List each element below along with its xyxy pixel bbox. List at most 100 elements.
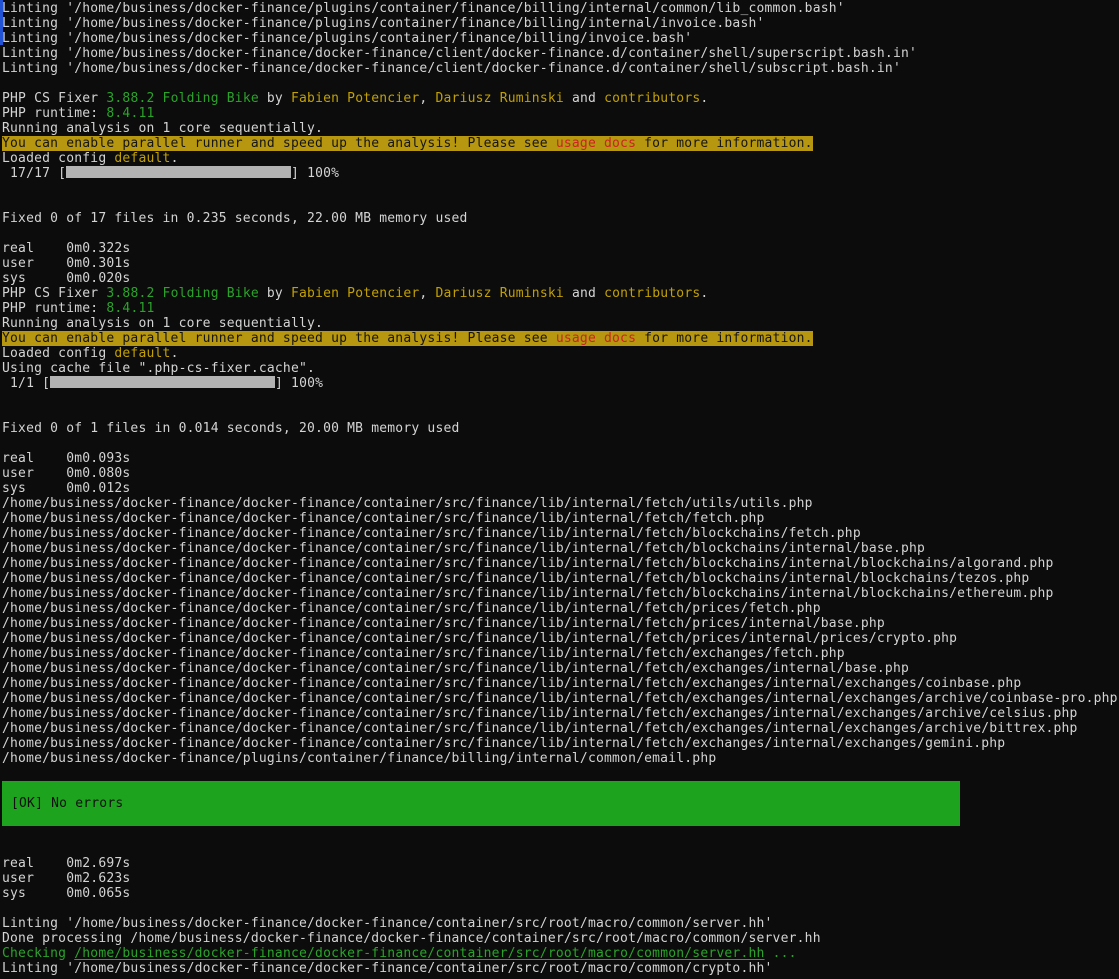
- terminal-text-segment: /home/business/docker-finance/docker-fin…: [2, 721, 1078, 736]
- scroll-indicator: [0, 0, 3, 45]
- terminal-line: PHP CS Fixer 3.88.2 Folding Bike by Fabi…: [2, 91, 1119, 106]
- terminal-text-segment: /home/business/docker-finance/docker-fin…: [2, 496, 813, 511]
- warning-line: You can enable parallel runner and speed…: [2, 136, 1119, 151]
- terminal-text-segment: /home/business/docker-finance/docker-fin…: [2, 631, 957, 646]
- terminal-line: /home/business/docker-finance/docker-fin…: [2, 646, 1119, 661]
- terminal-text-segment: user 0m0.080s: [2, 466, 130, 481]
- terminal-text-segment: real 0m2.697s: [2, 856, 130, 871]
- terminal-line: Fixed 0 of 17 files in 0.235 seconds, 22…: [2, 211, 1119, 226]
- terminal-line: Loaded config default.: [2, 346, 1119, 361]
- terminal-line: /home/business/docker-finance/docker-fin…: [2, 526, 1119, 541]
- terminal-text-segment: /home/business/docker-finance/docker-fin…: [2, 556, 1054, 571]
- terminal-blank-line: [2, 826, 1119, 841]
- terminal-blank-line: [2, 766, 1119, 781]
- terminal-line: sys 0m0.012s: [2, 481, 1119, 496]
- terminal-text-segment: and: [564, 91, 604, 106]
- terminal-line: Linting '/home/business/docker-finance/p…: [2, 1, 1119, 16]
- terminal-text-segment: ,: [419, 91, 435, 106]
- terminal-text-segment: Checking: [2, 946, 74, 961]
- terminal-line: Linting '/home/business/docker-finance/d…: [2, 46, 1119, 61]
- terminal-text-segment: /home/business/docker-finance/docker-fin…: [2, 616, 885, 631]
- progress-bar: [66, 166, 291, 178]
- terminal-blank-line: [2, 841, 1119, 856]
- terminal-line: /home/business/docker-finance/docker-fin…: [2, 661, 1119, 676]
- terminal-text-segment: usage docs: [556, 136, 636, 151]
- terminal-text-segment: PHP runtime:: [2, 106, 106, 121]
- terminal-text-segment: PHP CS Fixer: [2, 91, 106, 106]
- terminal-line: Using cache file ".php-cs-fixer.cache".: [2, 361, 1119, 376]
- terminal-line: /home/business/docker-finance/docker-fin…: [2, 556, 1119, 571]
- terminal-text-segment: 8.4.11: [106, 301, 154, 316]
- terminal-output[interactable]: Linting '/home/business/docker-finance/p…: [0, 0, 1119, 979]
- terminal-text-segment: /home/business/docker-finance/docker-fin…: [74, 946, 764, 961]
- terminal-line: /home/business/docker-finance/docker-fin…: [2, 571, 1119, 586]
- progress-bar: [50, 376, 275, 388]
- terminal-text-segment: and: [564, 286, 604, 301]
- terminal-line: Linting '/home/business/docker-finance/p…: [2, 31, 1119, 46]
- terminal-line: /home/business/docker-finance/docker-fin…: [2, 511, 1119, 526]
- terminal-line: /home/business/docker-finance/docker-fin…: [2, 586, 1119, 601]
- terminal-line: real 0m2.697s: [2, 856, 1119, 871]
- terminal-line: sys 0m0.020s: [2, 271, 1119, 286]
- terminal-line: Loaded config default.: [2, 151, 1119, 166]
- terminal-text-segment: usage docs: [556, 331, 636, 346]
- terminal-text-segment: contributors: [604, 91, 700, 106]
- terminal-text-segment: ...: [765, 946, 797, 961]
- terminal-text-segment: /home/business/docker-finance/docker-fin…: [2, 511, 765, 526]
- terminal-text-segment: .: [171, 151, 179, 166]
- ok-banner: [OK] No errors: [2, 781, 960, 826]
- terminal-blank-line: [2, 436, 1119, 451]
- terminal-text-segment: /home/business/docker-finance/docker-fin…: [2, 601, 821, 616]
- terminal-text-segment: by: [259, 91, 291, 106]
- progress-line: 17/17 [] 100%: [2, 166, 1119, 181]
- terminal-line: /home/business/docker-finance/docker-fin…: [2, 631, 1119, 646]
- progress-suffix: ] 100%: [275, 376, 323, 391]
- terminal-text-segment: .: [700, 91, 708, 106]
- terminal-text-segment: Linting '/home/business/docker-finance/p…: [2, 31, 692, 46]
- terminal-line: /home/business/docker-finance/docker-fin…: [2, 721, 1119, 736]
- terminal-blank-line: [2, 226, 1119, 241]
- terminal-text-segment: Dariusz Ruminski: [435, 286, 563, 301]
- terminal-line: Fixed 0 of 1 files in 0.014 seconds, 20.…: [2, 421, 1119, 436]
- terminal-line: Linting '/home/business/docker-finance/d…: [2, 961, 1119, 976]
- terminal-line: Linting '/home/business/docker-finance/d…: [2, 916, 1119, 931]
- terminal-text-segment: You can enable parallel runner and speed…: [2, 331, 556, 346]
- terminal-text-segment: .: [171, 346, 179, 361]
- terminal-text-segment: Running analysis on 1 core sequentially.: [2, 316, 323, 331]
- terminal-line: user 0m2.623s: [2, 871, 1119, 886]
- terminal-text-segment: Running analysis on 1 core sequentially.: [2, 121, 323, 136]
- terminal-line: PHP runtime: 8.4.11: [2, 301, 1119, 316]
- terminal-text-segment: 3.88.2 Folding Bike: [106, 91, 259, 106]
- terminal-line: Linting '/home/business/docker-finance/d…: [2, 61, 1119, 76]
- terminal-text-segment: ,: [419, 286, 435, 301]
- terminal-text-segment: default: [114, 151, 170, 166]
- terminal-text-segment: /home/business/docker-finance/docker-fin…: [2, 706, 1078, 721]
- terminal-blank-line: [2, 901, 1119, 916]
- terminal-text-segment: Done processing /home/business/docker-fi…: [2, 931, 821, 946]
- progress-suffix: ] 100%: [291, 166, 339, 181]
- terminal-line: Running analysis on 1 core sequentially.: [2, 121, 1119, 136]
- terminal-text-segment: Loaded config: [2, 346, 114, 361]
- terminal-text-segment: Linting '/home/business/docker-finance/p…: [2, 16, 765, 31]
- terminal-text-segment: PHP runtime:: [2, 301, 106, 316]
- terminal-line: Running analysis on 1 core sequentially.: [2, 316, 1119, 331]
- terminal-line: /home/business/docker-finance/docker-fin…: [2, 676, 1119, 691]
- terminal-text-segment: /home/business/docker-finance/plugins/co…: [2, 751, 716, 766]
- terminal-text-segment: Linting '/home/business/docker-finance/p…: [2, 1, 845, 16]
- terminal-text-segment: /home/business/docker-finance/docker-fin…: [2, 661, 909, 676]
- terminal-text-segment: for more information.: [636, 136, 813, 151]
- terminal-text-segment: user 0m0.301s: [2, 256, 130, 271]
- terminal-text-segment: Linting '/home/business/docker-finance/d…: [2, 916, 773, 931]
- terminal-text-segment: by: [259, 286, 291, 301]
- terminal-line: PHP CS Fixer 3.88.2 Folding Bike by Fabi…: [2, 286, 1119, 301]
- terminal-line: user 0m0.080s: [2, 466, 1119, 481]
- terminal-blank-line: [2, 406, 1119, 421]
- terminal-text-segment: Dariusz Ruminski: [435, 91, 563, 106]
- terminal-text-segment: real 0m0.093s: [2, 451, 130, 466]
- terminal-text-segment: /home/business/docker-finance/docker-fin…: [2, 541, 925, 556]
- terminal-line: real 0m0.093s: [2, 451, 1119, 466]
- terminal-text-segment: Fabien Potencier: [291, 286, 419, 301]
- terminal-line: /home/business/docker-finance/docker-fin…: [2, 616, 1119, 631]
- terminal-text-segment: /home/business/docker-finance/docker-fin…: [2, 586, 1054, 601]
- terminal-text-segment: /home/business/docker-finance/docker-fin…: [2, 526, 861, 541]
